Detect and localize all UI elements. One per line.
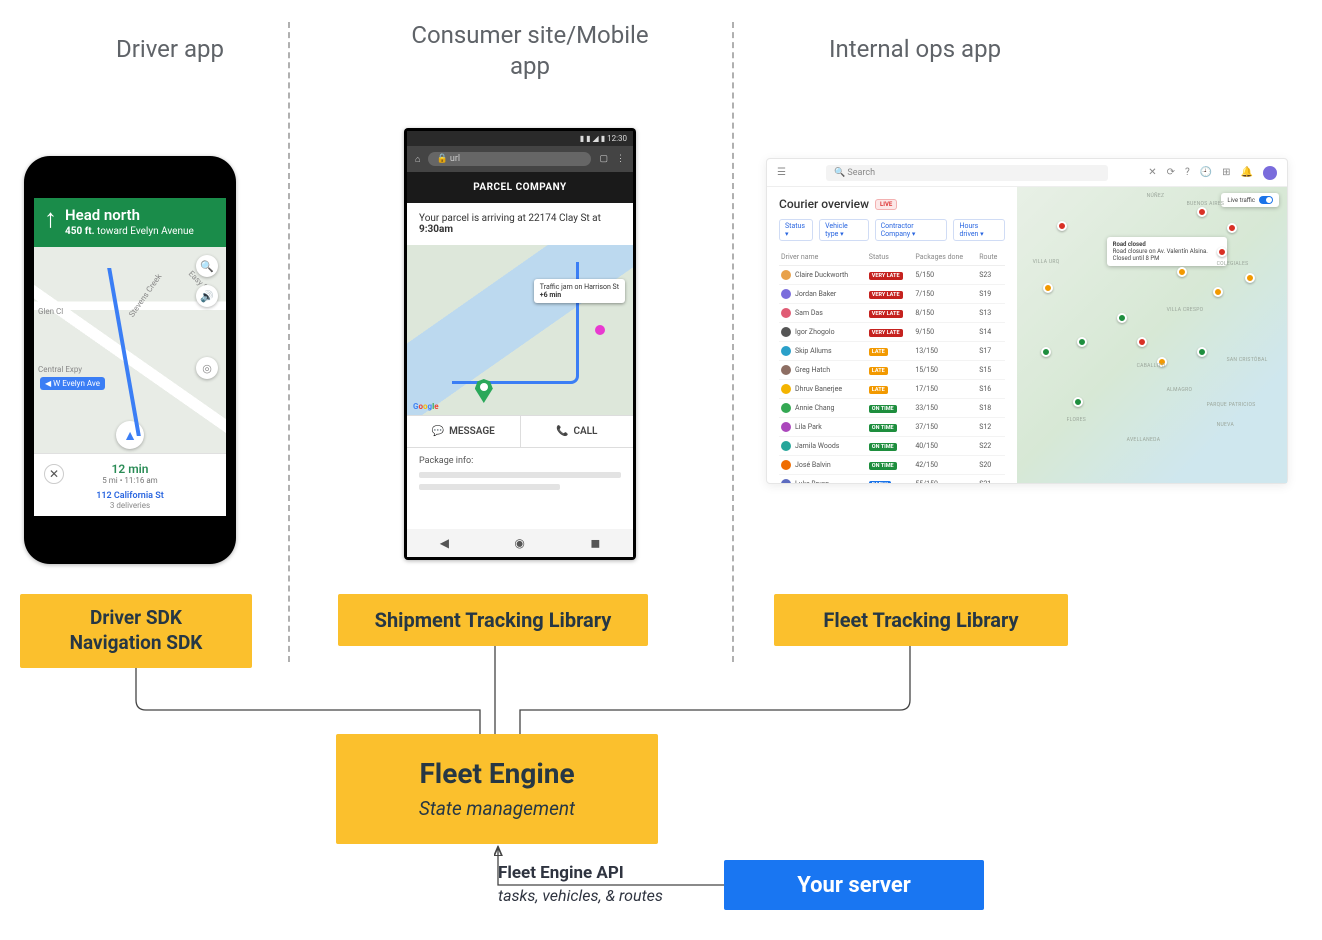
box-your-server: Your server [724,860,984,910]
box-shipment-tracking: Shipment Tracking Library [338,594,648,646]
close-button[interactable]: ✕ [44,464,64,484]
nav-home-icon[interactable]: ◉ [514,536,524,550]
help-icon[interactable]: ? [1185,167,1190,178]
delivery-count: 3 deliveries [44,501,216,510]
consumer-map: Traffic jam on Harrison St +6 min Google [407,245,633,415]
fleet-engine-api-label: Fleet Engine API tasks, vehicles, & rout… [498,862,663,907]
tabs-icon[interactable]: ▢ [599,154,608,164]
arrival-message: Your parcel is arriving at 22174 Clay St… [407,203,633,245]
eta-time: 12 min [74,462,186,476]
call-button[interactable]: 📞 CALL [521,416,634,447]
bell-icon[interactable]: 🔔 [1241,167,1253,178]
status-bar: ▮ ▮ ◢ ▮ 12:30 [407,131,633,146]
driver-app-mock: ↑ Head north 450 ft. toward Evelyn Avenu… [24,156,236,564]
road-closed-callout: Road closedRoad closure on Av. Valentín … [1107,237,1227,266]
direction-title: Head north [65,206,194,224]
recenter-icon[interactable]: ◎ [196,357,218,379]
table-row[interactable]: Claire DuckworthVERY LATE5/150S23 [779,266,1005,285]
table-row[interactable]: Sam DasVERY LATE8/150S13 [779,304,1005,323]
sound-icon[interactable]: 🔊 [196,285,218,307]
street-chip: ◀ W Evelyn Ave [40,377,105,390]
page-title: Courier overview LIVE [779,197,1005,211]
android-nav-bar: ◀ ◉ ◼ [407,529,633,557]
driver-map: Glen Cl Central Expy Stevens Creek Easy … [34,247,226,457]
table-row[interactable]: Annie ChangON TIME33/150S18 [779,399,1005,418]
column-divider [288,22,290,662]
filter-row: Status ▾ Vehicle type ▾ Contractor Compa… [779,219,1005,241]
table-row[interactable]: Greg HatchLATE15/150S15 [779,361,1005,380]
nav-direction-banner: ↑ Head north 450 ft. toward Evelyn Avenu… [34,198,226,247]
table-row[interactable]: Lila ParkON TIME37/150S12 [779,418,1005,437]
refresh-icon[interactable]: ⟳ [1167,167,1175,178]
column-divider [732,22,734,662]
live-traffic-toggle[interactable]: Live traffic [1221,193,1279,207]
live-badge: LIVE [875,199,897,210]
direction-subtitle: 450 ft. toward Evelyn Avenue [65,226,194,237]
heading-consumer-app: Consumer site/Mobile app [390,20,670,82]
destination-address: 112 California St [44,491,216,501]
nav-back-icon[interactable]: ◀ [440,536,449,550]
table-row[interactable]: José BalvinON TIME42/150S20 [779,456,1005,475]
more-icon[interactable]: ⋮ [616,154,625,164]
message-button[interactable]: 💬 MESSAGE [407,416,521,447]
table-row[interactable]: Jordan BakerVERY LATE7/150S19 [779,285,1005,304]
close-icon[interactable]: ✕ [1148,167,1156,178]
filter-company[interactable]: Contractor Company ▾ [875,219,948,241]
box-fleet-tracking: Fleet Tracking Library [774,594,1068,646]
filter-status[interactable]: Status ▾ [779,219,813,241]
filter-vehicle[interactable]: Vehicle type ▾ [819,219,869,241]
grid-icon[interactable]: ⊞ [1222,167,1230,178]
package-info-section: Package info: [407,448,633,490]
driver-bottom-card: ✕ 12 min 5 mi • 11:16 am 112 California … [34,453,226,516]
company-title: PARCEL COMPANY [407,172,633,203]
table-row[interactable]: Jamila WoodsON TIME40/150S22 [779,437,1005,456]
turn-arrow-icon: ↑ [44,206,57,232]
courier-table: Driver name Status Packages done Route C… [779,249,1005,483]
clock-icon[interactable]: 🕘 [1200,167,1212,178]
table-row[interactable]: Skip AllumsLATE13/150S17 [779,342,1005,361]
table-row[interactable]: Dhruv BanerjeeLATE17/150S16 [779,380,1005,399]
search-icon[interactable]: 🔍 [196,255,218,277]
menu-icon[interactable]: ☰ [777,167,786,178]
heading-driver-app: Driver app [50,34,290,65]
heading-ops-app: Internal ops app [775,34,1055,65]
vehicle-dot-icon [595,325,605,335]
box-fleet-engine: Fleet Engine State management [336,734,658,844]
traffic-callout: Traffic jam on Harrison St +6 min [534,279,625,303]
ops-map: Live traffic Road closedRoad closure on … [1017,187,1287,483]
browser-url-bar[interactable]: ⌂ 🔒 url ▢ ⋮ [407,146,633,172]
filter-hours[interactable]: Hours driven ▾ [953,219,1004,241]
search-input[interactable]: 🔍 Search [826,165,1108,181]
table-row[interactable]: Igor ZhogoloVERY LATE9/150S14 [779,323,1005,342]
vehicle-heading-icon: ▲ [116,421,144,449]
table-row[interactable]: Luke BryanEARLY55/150S21 [779,475,1005,484]
avatar[interactable] [1263,166,1277,180]
destination-pin-icon [475,379,493,403]
lock-icon: 🔒 [436,154,447,164]
home-icon[interactable]: ⌂ [415,154,420,165]
consumer-app-mock: ▮ ▮ ◢ ▮ 12:30 ⌂ 🔒 url ▢ ⋮ PARCEL COMPANY… [404,128,636,560]
nav-recent-icon[interactable]: ◼ [590,536,600,550]
google-logo: Google [413,402,439,411]
box-driver-sdk: Driver SDK Navigation SDK [20,594,252,668]
ops-dashboard-mock: ☰ 🔍 Search ✕ ⟳ ? 🕘 ⊞ 🔔 Courier overview … [766,158,1288,484]
eta-sub: 5 mi • 11:16 am [74,476,186,485]
